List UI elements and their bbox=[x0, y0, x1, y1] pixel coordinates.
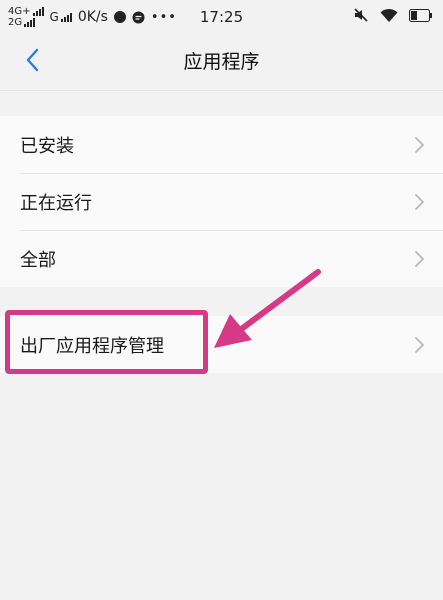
list-item-label: 正在运行 bbox=[20, 192, 92, 214]
app-list-group: 已安装 正在运行 全部 bbox=[0, 116, 443, 287]
more-notifications-icon: ••• bbox=[150, 9, 177, 25]
navigation-bar: 应用程序 bbox=[0, 34, 443, 86]
header-divider bbox=[0, 90, 443, 91]
list-item-label: 出厂应用程序管理 bbox=[20, 335, 164, 357]
chevron-right-icon bbox=[415, 137, 424, 153]
dual-sim-signal: 4G+ 2G bbox=[8, 6, 44, 28]
chevron-right-icon bbox=[415, 251, 424, 267]
mute-icon bbox=[353, 7, 369, 27]
status-time: 17:25 bbox=[199, 8, 244, 26]
signal-bars-icon bbox=[24, 18, 36, 27]
status-bar: 4G+ 2G G 0K/s ••• 17:25 bbox=[0, 0, 443, 34]
list-item-all[interactable]: 全部 bbox=[0, 230, 443, 287]
back-button[interactable] bbox=[18, 46, 46, 74]
wifi-icon bbox=[379, 8, 399, 27]
list-item-label: 已安装 bbox=[20, 135, 74, 157]
chevron-right-icon bbox=[415, 194, 424, 210]
factory-app-group: 出厂应用程序管理 bbox=[0, 316, 443, 373]
chevron-right-icon bbox=[415, 337, 424, 353]
signal-bars-icon bbox=[60, 12, 72, 22]
network-type-1: 4G+ bbox=[8, 6, 31, 17]
list-item-running[interactable]: 正在运行 bbox=[0, 173, 443, 230]
screen: 4G+ 2G G 0K/s ••• 17:25 应用程序 已安装 正在运行 全部… bbox=[0, 0, 443, 600]
chevron-left-icon bbox=[26, 48, 39, 72]
list-item-factory-apps[interactable]: 出厂应用程序管理 bbox=[0, 316, 443, 373]
network-type-2: 2G bbox=[8, 17, 23, 28]
list-item-installed[interactable]: 已安装 bbox=[0, 116, 443, 173]
battery-icon bbox=[409, 8, 433, 26]
network-speed: 0K/s bbox=[77, 9, 108, 25]
list-item-label: 全部 bbox=[20, 249, 56, 271]
chat-notification-icon bbox=[132, 11, 145, 24]
network-type-3: G bbox=[49, 10, 59, 24]
page-title: 应用程序 bbox=[183, 50, 260, 73]
app-notification-icon bbox=[113, 11, 126, 23]
signal-bars-icon bbox=[32, 7, 44, 16]
network-3g: G bbox=[50, 10, 72, 24]
